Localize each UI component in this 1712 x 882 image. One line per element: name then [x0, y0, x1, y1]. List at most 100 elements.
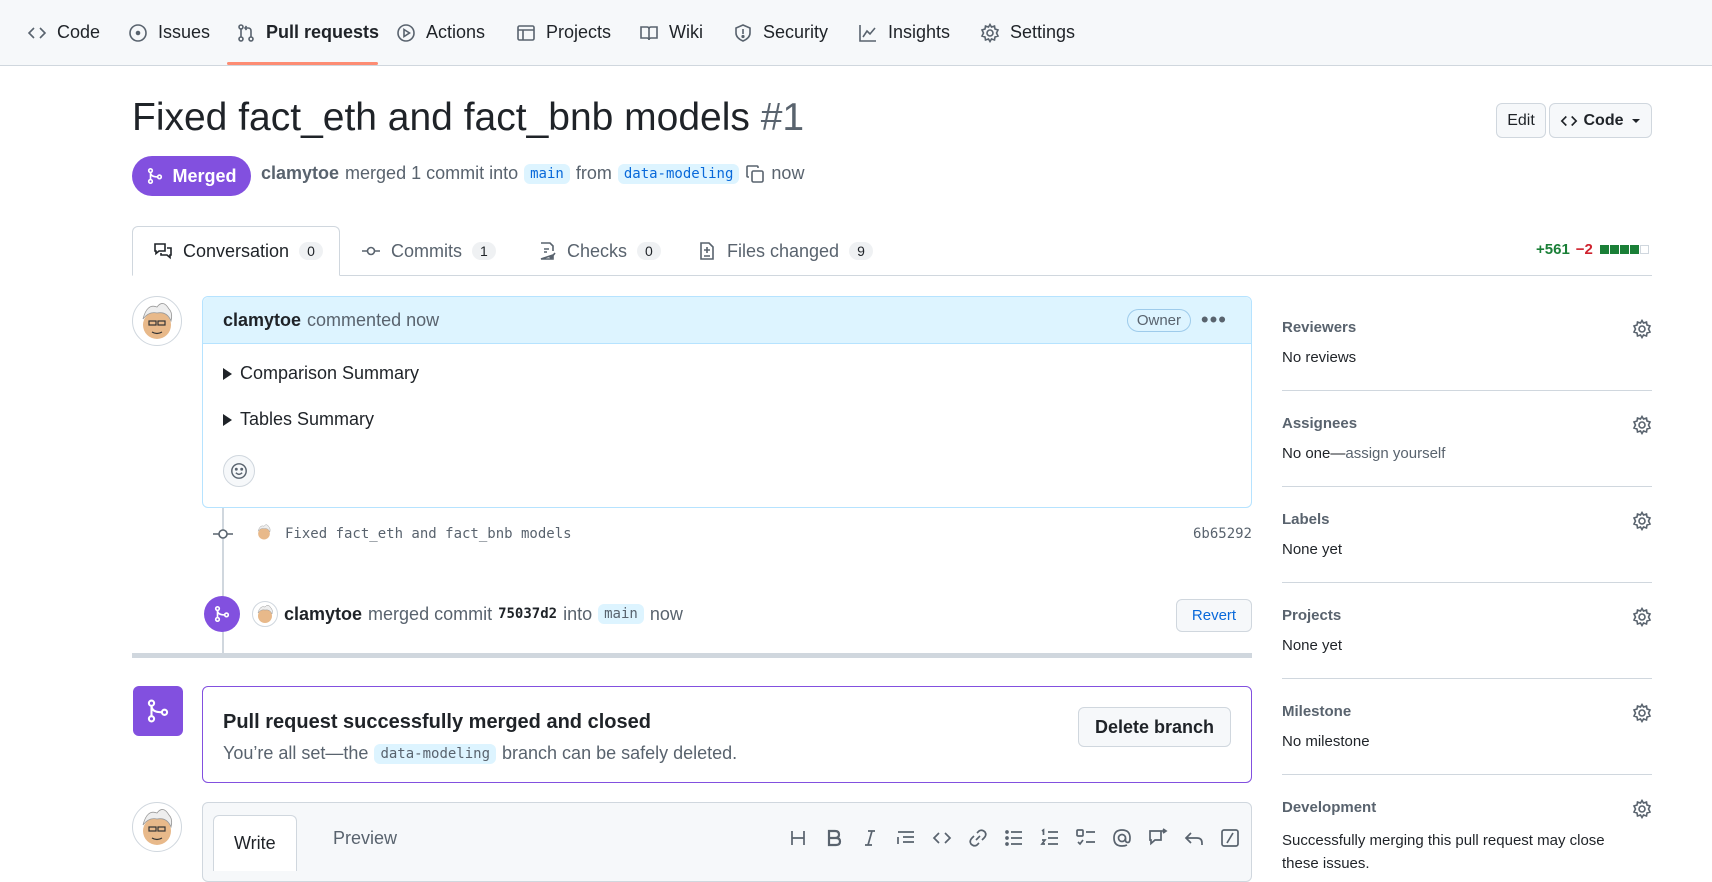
- revert-button[interactable]: Revert: [1176, 599, 1252, 632]
- diffstat-bar: [1599, 245, 1649, 254]
- unordered-list-icon[interactable]: [1003, 827, 1025, 849]
- gear-icon[interactable]: [1632, 511, 1652, 531]
- preview-tab[interactable]: Preview: [313, 815, 417, 861]
- tab-label: Files changed: [727, 240, 840, 261]
- tab-checks[interactable]: Checks 0: [537, 226, 661, 276]
- ordered-list-icon[interactable]: [1039, 827, 1061, 849]
- copy-icon[interactable]: [745, 164, 765, 184]
- comment-author[interactable]: clamytoe: [223, 310, 301, 331]
- edit-button[interactable]: Edit: [1496, 103, 1546, 138]
- repo-nav: Code Issues Pull requests Actions Projec…: [0, 0, 1712, 66]
- italic-icon[interactable]: [859, 827, 881, 849]
- merge-event-author[interactable]: clamytoe: [284, 604, 362, 625]
- details-label: Comparison Summary: [240, 363, 420, 383]
- sidebar-heading: Reviewers: [1282, 319, 1357, 336]
- reply-icon[interactable]: [1183, 827, 1205, 849]
- sidebar-assignees: Assignees No one—assign yourself: [1282, 415, 1652, 487]
- task-list-icon[interactable]: [1075, 827, 1097, 849]
- slash-commands-icon[interactable]: [1219, 827, 1241, 849]
- merge-event-branch[interactable]: main: [598, 604, 644, 624]
- quote-icon[interactable]: [895, 827, 917, 849]
- write-tab[interactable]: Write: [213, 815, 297, 871]
- kebab-menu-icon[interactable]: •••: [1201, 307, 1227, 333]
- delete-branch-button[interactable]: Delete branch: [1078, 707, 1231, 747]
- comment-discussion-icon: [153, 241, 173, 261]
- cross-reference-icon[interactable]: [1147, 827, 1169, 849]
- tab-label: Settings: [1010, 22, 1076, 42]
- sidebar-labels: Labels None yet: [1282, 511, 1652, 583]
- link-icon[interactable]: [967, 827, 989, 849]
- tab-counter: 0: [299, 242, 323, 260]
- sidebar-value: Successfully merging this pull request m…: [1282, 832, 1605, 872]
- sidebar-milestone: Milestone No milestone: [1282, 703, 1652, 775]
- tab-label: Insights: [888, 22, 951, 42]
- tab-insights[interactable]: Insights: [858, 0, 950, 65]
- tab-code[interactable]: Code: [27, 0, 100, 65]
- sidebar-value: None yet: [1282, 541, 1343, 558]
- diffstat[interactable]: +561 −2: [1536, 241, 1649, 258]
- gear-icon[interactable]: [1632, 415, 1652, 435]
- heading-icon[interactable]: [787, 827, 809, 849]
- gear-icon[interactable]: [1632, 319, 1652, 339]
- details-label: Tables Summary: [240, 409, 375, 429]
- commit-message[interactable]: Fixed fact_eth and fact_bnb models: [285, 526, 572, 542]
- sidebar-heading: Development: [1282, 799, 1377, 816]
- details-tables-summary[interactable]: Tables Summary: [223, 409, 374, 430]
- tab-label: Security: [763, 22, 829, 42]
- gear-icon[interactable]: [1632, 799, 1652, 819]
- gear-icon: [980, 22, 1000, 43]
- timeline-end-divider: [132, 653, 1252, 658]
- gear-icon[interactable]: [1632, 703, 1652, 723]
- tab-conversation[interactable]: Conversation 0: [132, 226, 340, 276]
- sidebar-heading: Labels: [1282, 511, 1330, 528]
- assign-yourself-link[interactable]: assign yourself: [1345, 445, 1445, 462]
- head-branch[interactable]: data-modeling: [617, 163, 740, 184]
- commit-sha[interactable]: 6b65292: [1193, 526, 1252, 542]
- code-button[interactable]: Code: [1549, 103, 1652, 138]
- pull-request-icon: [236, 23, 256, 43]
- play-icon: [396, 23, 416, 43]
- tab-settings[interactable]: Settings: [980, 0, 1075, 65]
- tab-files-changed[interactable]: Files changed 9: [697, 226, 873, 276]
- tab-label: Checks: [567, 240, 628, 261]
- merge-commit-sha[interactable]: 75037d2: [498, 606, 557, 622]
- table-icon: [516, 23, 536, 43]
- bold-icon[interactable]: [823, 827, 845, 849]
- issue-icon: [128, 23, 148, 43]
- delete-branch-label: Delete branch: [1094, 716, 1215, 737]
- gear-icon[interactable]: [1632, 607, 1652, 627]
- base-branch[interactable]: main: [524, 163, 570, 184]
- merge-event-avatar[interactable]: [252, 601, 278, 627]
- book-icon: [639, 23, 659, 43]
- merge-box-branch[interactable]: data-modeling: [374, 743, 497, 764]
- sidebar-reviewers: Reviewers No reviews: [1282, 319, 1652, 391]
- merge-status-icon: [133, 686, 183, 736]
- shield-icon: [733, 23, 753, 43]
- tab-wiki[interactable]: Wiki: [639, 0, 703, 65]
- tab-projects[interactable]: Projects: [516, 0, 611, 65]
- commit-row: Fixed fact_eth and fact_bnb models 6b652…: [212, 524, 1252, 544]
- author-link[interactable]: clamytoe: [261, 163, 339, 184]
- avatar[interactable]: [132, 802, 182, 852]
- tab-issues[interactable]: Issues: [128, 0, 210, 65]
- merge-event-time: now: [649, 603, 683, 624]
- code-icon[interactable]: [931, 827, 953, 849]
- avatar[interactable]: [132, 296, 182, 346]
- commit-avatar[interactable]: [254, 522, 274, 542]
- details-comparison-summary[interactable]: Comparison Summary: [223, 363, 419, 384]
- tab-actions[interactable]: Actions: [396, 0, 485, 65]
- add-reaction-button[interactable]: [223, 455, 255, 487]
- disclosure-triangle-icon: [223, 367, 232, 380]
- tab-counter: 1: [472, 242, 496, 260]
- merge-icon: [213, 605, 231, 623]
- mention-icon[interactable]: [1111, 827, 1133, 849]
- sidebar-divider: [1282, 774, 1652, 775]
- markdown-toolbar: [787, 827, 1241, 849]
- tab-label: Conversation: [183, 240, 290, 261]
- tab-counter: 0: [637, 242, 661, 260]
- tab-commits[interactable]: Commits 1: [361, 226, 496, 276]
- tab-security[interactable]: Security: [733, 0, 828, 65]
- tab-label: Wiki: [669, 22, 703, 42]
- sidebar-value: No milestone: [1282, 733, 1370, 750]
- tab-pull-requests[interactable]: Pull requests: [236, 0, 379, 65]
